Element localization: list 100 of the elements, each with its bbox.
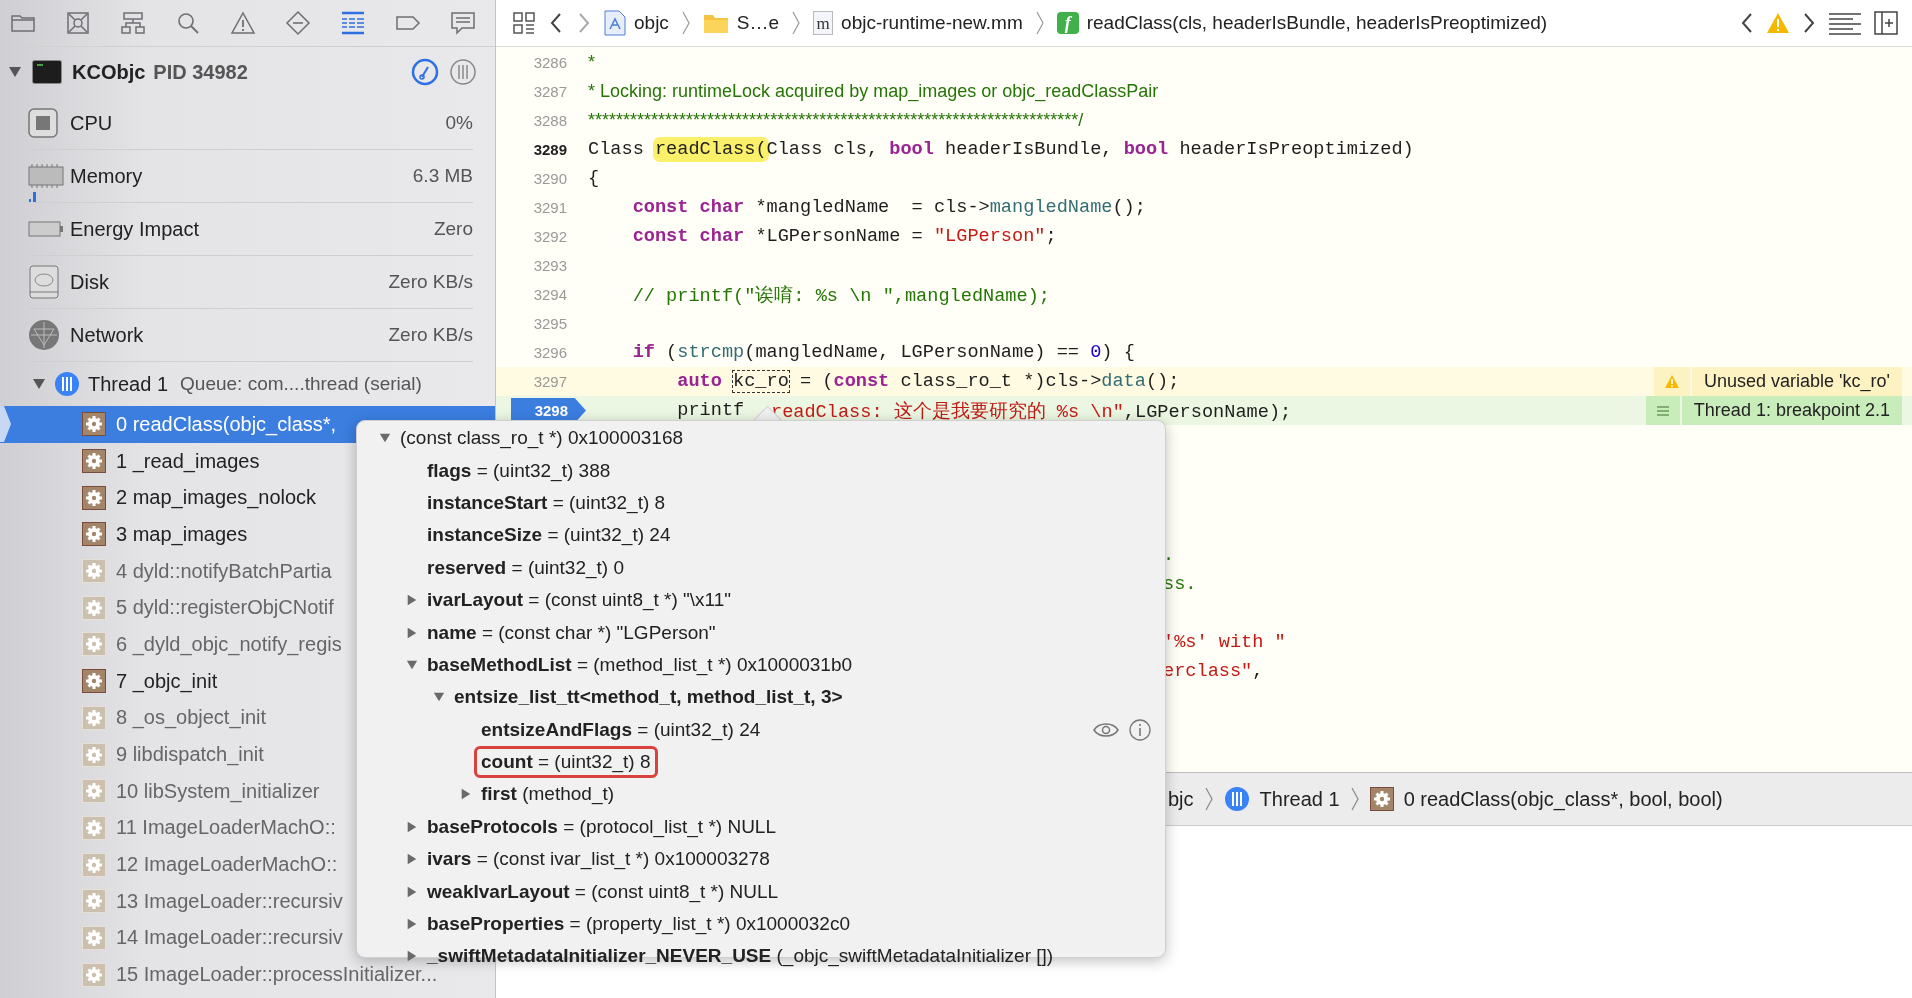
gauge-label: Disk <box>70 270 109 294</box>
warning-icon <box>1664 374 1681 389</box>
usage-graph-icon <box>29 191 37 203</box>
line-number: 3286 <box>533 54 568 71</box>
variable-value: flags = (uint32_t) 388 <box>426 458 612 484</box>
breadcrumb[interactable]: 0 readClass(objc_class*, bool, bool) <box>1403 787 1723 811</box>
chip-icon <box>28 108 58 138</box>
globe-icon <box>28 319 60 351</box>
process-name: KCObjc <box>72 60 146 84</box>
gauge-label: Energy Impact <box>70 217 199 241</box>
breadcrumb[interactable]: Thread 1 <box>1259 787 1340 811</box>
code-line: auto kc_ro = (const class_ro_t *)cls->data(); <box>677 371 1180 392</box>
crossed-box-icon[interactable] <box>65 10 91 36</box>
gear-icon <box>82 742 106 767</box>
gauge-value: 6.3 MB <box>412 165 473 187</box>
gauge-value: Zero KB/s <box>388 324 473 346</box>
breadcrumb[interactable]: S…e <box>702 12 780 34</box>
document-icon <box>604 10 626 36</box>
variable-value: ivars = (const ivar_list_t *) 0x100003278 <box>426 847 771 872</box>
grid-icon[interactable] <box>512 11 536 35</box>
code-line: if (strcmp(mangledName, LGPersonName) == 0) { <box>632 342 1135 363</box>
line-number: 3297 <box>533 373 568 390</box>
list-icon[interactable] <box>340 10 366 36</box>
code-line: readClass: 这个是我要研究的 %s \n",LGPersonName); <box>770 400 1292 424</box>
gear-icon <box>82 559 106 584</box>
chevron-icon <box>1203 786 1214 812</box>
hierarchy-icon[interactable] <box>120 10 146 36</box>
variable-value: name = (const char *) "LGPerson" <box>426 620 717 645</box>
line-number: 3293 <box>533 257 568 274</box>
breadcrumb[interactable]: bjc <box>1168 787 1194 811</box>
speech-bubble-icon[interactable] <box>450 10 476 36</box>
variable-value: _swiftMetadataInitializer_NEVER_USE (_objc_swiftMetadataInitializer []) <box>427 944 1055 967</box>
diamond-icon[interactable] <box>285 10 311 36</box>
gear-icon <box>82 705 106 730</box>
variable-value: count = (uint32_t) 8 <box>474 746 658 779</box>
chevron-icon <box>1034 10 1045 36</box>
code-line: '%s' with " <box>1163 632 1286 653</box>
info-icon[interactable] <box>1129 718 1151 741</box>
gear-icon <box>82 449 106 474</box>
code-line: printf <box>677 400 745 421</box>
variable-value: baseProperties = (property_list_t *) 0x1000032c0 <box>426 912 851 937</box>
variable-value: entsizeAndFlags = (uint32_t) 24 <box>480 717 762 743</box>
gauge-label: Memory <box>70 164 143 188</box>
line-number: 3289 <box>533 141 568 158</box>
search-icon[interactable] <box>175 10 201 36</box>
code-line: const char *mangledName = cls->mangledName(); <box>632 197 1146 218</box>
thread-icon <box>54 371 80 397</box>
variable-value: baseMethodList = (method_list_t *) 0x1000031b0 <box>426 652 854 678</box>
gauge-value: 0% <box>445 112 473 134</box>
code-line: * <box>588 51 595 74</box>
code-line: { <box>588 168 600 189</box>
gauge-icon[interactable] <box>411 58 439 86</box>
lines-icon[interactable] <box>1828 11 1862 35</box>
line-number: 3291 <box>533 199 568 216</box>
line-number: 3287 <box>533 83 568 100</box>
variable-value: reserved = (uint32_t) 0 <box>426 555 625 581</box>
thread-icon <box>1223 786 1250 812</box>
line-number: 3292 <box>533 228 568 245</box>
breadcrumb[interactable]: objc <box>604 10 669 36</box>
gear-icon <box>82 632 106 657</box>
code-line: * Locking: runtimeLock acquired by map_images or objc_readClassPair <box>588 80 1159 103</box>
code-line: **********************************************************************/ <box>588 109 1084 132</box>
code-line: // printf("诶唷: %s \n ",mangledName); <box>632 284 1050 308</box>
variable-value: ivarLayout = (const uint8_t *) "\x11" <box>426 588 733 613</box>
line-number: 3294 <box>533 286 568 303</box>
gauge-value: Zero KB/s <box>388 271 473 293</box>
line-number: 3290 <box>533 170 568 187</box>
line-number: 3295 <box>533 315 568 332</box>
disk-drive-icon <box>28 265 60 299</box>
gear-icon <box>82 522 106 547</box>
gear-icon <box>82 412 106 437</box>
gear-icon <box>82 925 106 950</box>
gear-icon <box>82 815 106 840</box>
warning-icon[interactable] <box>230 10 256 36</box>
previous-issue-icon[interactable] <box>1740 11 1754 35</box>
battery-icon <box>28 221 64 237</box>
variable-value: first (method_t) <box>480 782 616 807</box>
warning-message: Unused variable 'kc_ro' <box>1692 367 1902 396</box>
function-icon: f <box>1056 12 1079 34</box>
chevron-icon <box>680 10 691 36</box>
next-issue-icon[interactable] <box>1802 11 1816 35</box>
breakpoint-message: Thread 1: breakpoint 2.1 <box>1681 396 1902 425</box>
chevron-icon <box>791 10 802 36</box>
gear-icon <box>82 595 106 620</box>
variable-value: entsize_list_tt<method_t, method_list_t, 3> <box>453 685 844 710</box>
terminal-icon <box>32 60 62 84</box>
forward-icon[interactable] <box>576 11 592 35</box>
breadcrumb[interactable]: f readClass(cls, headerIsBundle, headerIsPreoptimized) <box>1056 12 1548 34</box>
thread-view-icon[interactable] <box>449 58 477 86</box>
back-icon[interactable] <box>548 11 564 35</box>
breadcrumb[interactable]: m objc-runtime-new.mm <box>813 11 1023 35</box>
code-line: . <box>1163 545 1175 566</box>
code-line: const char *LGPersonName = "LGPerson"; <box>632 226 1057 247</box>
folder-icon <box>702 12 729 34</box>
line-number: 3296 <box>533 344 568 361</box>
memory-chip-icon <box>28 163 64 189</box>
gear-icon <box>82 962 106 987</box>
add-editor-icon[interactable] <box>1874 11 1898 35</box>
gauge-label: Network <box>70 323 144 347</box>
process-id: PID 34982 <box>153 60 248 84</box>
